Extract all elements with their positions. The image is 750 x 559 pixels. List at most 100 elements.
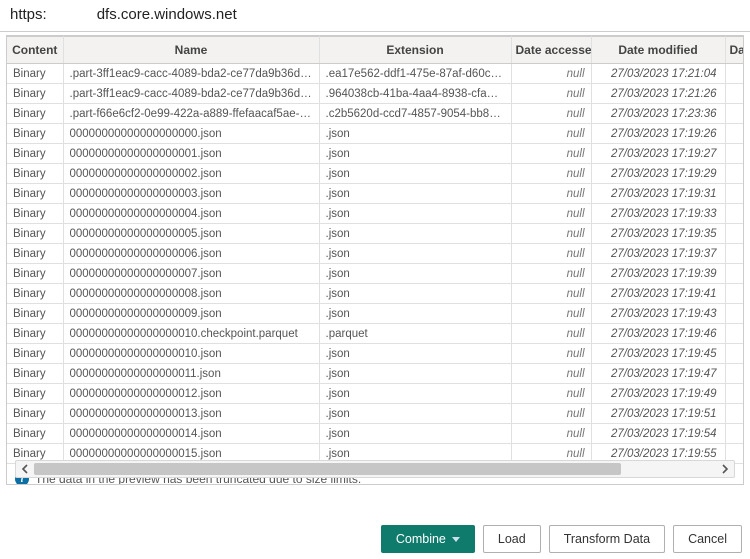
table-row[interactable]: Binary.part-f66e6cf2-0e99-422a-a889-ffef… [7, 104, 744, 124]
table-row[interactable]: Binary.part-3ff1eac9-cacc-4089-bda2-ce77… [7, 64, 744, 84]
cell-date-modified: 27/03/2023 17:19:35 [591, 224, 725, 244]
table-row[interactable]: Binary00000000000000000006.json.jsonnull… [7, 244, 744, 264]
cell-extension: .json [319, 204, 511, 224]
cell-date-accessed: null [511, 404, 591, 424]
cell-content: Binary [7, 384, 63, 404]
table-row[interactable]: Binary00000000000000000003.json.jsonnull… [7, 184, 744, 204]
cell-content: Binary [7, 424, 63, 444]
cell-date-accessed: null [511, 204, 591, 224]
table-row[interactable]: Binary00000000000000000009.json.jsonnull… [7, 304, 744, 324]
combine-button[interactable]: Combine [381, 525, 475, 553]
cell-name: .part-3ff1eac9-cacc-4089-bda2-ce77da9b36… [63, 64, 319, 84]
load-button[interactable]: Load [483, 525, 541, 553]
cell-date-c [725, 144, 744, 164]
cell-date-c [725, 324, 744, 344]
cell-date-c [725, 344, 744, 364]
table-row[interactable]: Binary00000000000000000007.json.jsonnull… [7, 264, 744, 284]
cell-extension: .json [319, 384, 511, 404]
cell-name: 00000000000000000010.json [63, 344, 319, 364]
cell-name: .part-f66e6cf2-0e99-422a-a889-ffefaacaf5… [63, 104, 319, 124]
cell-date-c [725, 184, 744, 204]
cell-date-c [725, 164, 744, 184]
cell-date-c [725, 84, 744, 104]
cell-extension: .json [319, 264, 511, 284]
cell-date-accessed: null [511, 64, 591, 84]
cell-name: 00000000000000000010.checkpoint.parquet [63, 324, 319, 344]
table-row[interactable]: Binary00000000000000000014.json.jsonnull… [7, 424, 744, 444]
cell-content: Binary [7, 264, 63, 284]
table-row[interactable]: Binary00000000000000000001.json.jsonnull… [7, 144, 744, 164]
column-header-date-c[interactable]: Date c [725, 37, 744, 64]
table-row[interactable]: Binary00000000000000000008.json.jsonnull… [7, 284, 744, 304]
cell-name: 00000000000000000008.json [63, 284, 319, 304]
column-header-name[interactable]: Name [63, 37, 319, 64]
cell-date-modified: 27/03/2023 17:19:31 [591, 184, 725, 204]
cell-date-accessed: null [511, 104, 591, 124]
cell-date-accessed: null [511, 344, 591, 364]
cell-name: 00000000000000000007.json [63, 264, 319, 284]
cell-name: 00000000000000000000.json [63, 124, 319, 144]
cell-date-c [725, 224, 744, 244]
cell-content: Binary [7, 344, 63, 364]
cell-name: 00000000000000000006.json [63, 244, 319, 264]
cancel-button[interactable]: Cancel [673, 525, 742, 553]
address-bar: https:dfs.core.windows.net [0, 0, 750, 32]
horizontal-scrollbar[interactable] [15, 460, 735, 478]
cell-extension: .ea17e562-ddf1-475e-87af-d60c0ebc64e4 [319, 64, 511, 84]
table-row[interactable]: Binary00000000000000000002.json.jsonnull… [7, 164, 744, 184]
cell-date-accessed: null [511, 264, 591, 284]
column-header-content[interactable]: Content [7, 37, 63, 64]
cell-content: Binary [7, 224, 63, 244]
table-row[interactable]: Binary00000000000000000011.json.jsonnull… [7, 364, 744, 384]
scroll-right-icon[interactable] [716, 461, 734, 477]
column-header-extension[interactable]: Extension [319, 37, 511, 64]
column-header-date-accessed[interactable]: Date accessed [511, 37, 591, 64]
cell-date-c [725, 384, 744, 404]
cell-extension: .964038cb-41ba-4aa4-8938-cfa21930555b [319, 84, 511, 104]
cell-content: Binary [7, 164, 63, 184]
table-row[interactable]: Binary00000000000000000013.json.jsonnull… [7, 404, 744, 424]
cell-extension: .json [319, 224, 511, 244]
table-row[interactable]: Binary.part-3ff1eac9-cacc-4089-bda2-ce77… [7, 84, 744, 104]
table-row[interactable]: Binary00000000000000000010.json.jsonnull… [7, 344, 744, 364]
scroll-left-icon[interactable] [16, 461, 34, 477]
cell-date-c [725, 364, 744, 384]
column-header-date-modified[interactable]: Date modified [591, 37, 725, 64]
cell-date-accessed: null [511, 184, 591, 204]
table-row[interactable]: Binary00000000000000000005.json.jsonnull… [7, 224, 744, 244]
table-row[interactable]: Binary00000000000000000012.json.jsonnull… [7, 384, 744, 404]
table-row[interactable]: Binary00000000000000000010.checkpoint.pa… [7, 324, 744, 344]
cell-date-modified: 27/03/2023 17:19:49 [591, 384, 725, 404]
cell-date-accessed: null [511, 144, 591, 164]
scroll-thumb[interactable] [34, 463, 621, 475]
table-row[interactable]: Binary00000000000000000004.json.jsonnull… [7, 204, 744, 224]
cell-date-c [725, 424, 744, 444]
cell-name: 00000000000000000011.json [63, 364, 319, 384]
transform-data-button[interactable]: Transform Data [549, 525, 665, 553]
cell-date-c [725, 64, 744, 84]
cell-name: 00000000000000000002.json [63, 164, 319, 184]
cell-content: Binary [7, 184, 63, 204]
cell-content: Binary [7, 104, 63, 124]
cell-content: Binary [7, 144, 63, 164]
cell-name: 00000000000000000014.json [63, 424, 319, 444]
cell-extension: .c2b5620d-ccd7-4857-9054-bb826d79604b [319, 104, 511, 124]
cell-date-accessed: null [511, 324, 591, 344]
cell-date-accessed: null [511, 384, 591, 404]
cell-date-modified: 27/03/2023 17:23:36 [591, 104, 725, 124]
cell-extension: .json [319, 304, 511, 324]
cell-content: Binary [7, 304, 63, 324]
cell-name: 00000000000000000004.json [63, 204, 319, 224]
preview-table: Content Name Extension Date accessed Dat… [7, 36, 744, 464]
cell-date-modified: 27/03/2023 17:19:41 [591, 284, 725, 304]
cell-content: Binary [7, 124, 63, 144]
scroll-track[interactable] [34, 461, 716, 477]
cell-date-accessed: null [511, 84, 591, 104]
table-row[interactable]: Binary00000000000000000000.json.jsonnull… [7, 124, 744, 144]
cell-content: Binary [7, 364, 63, 384]
combine-label: Combine [396, 532, 446, 546]
cell-content: Binary [7, 404, 63, 424]
cell-content: Binary [7, 284, 63, 304]
cell-date-accessed: null [511, 124, 591, 144]
cell-date-accessed: null [511, 224, 591, 244]
